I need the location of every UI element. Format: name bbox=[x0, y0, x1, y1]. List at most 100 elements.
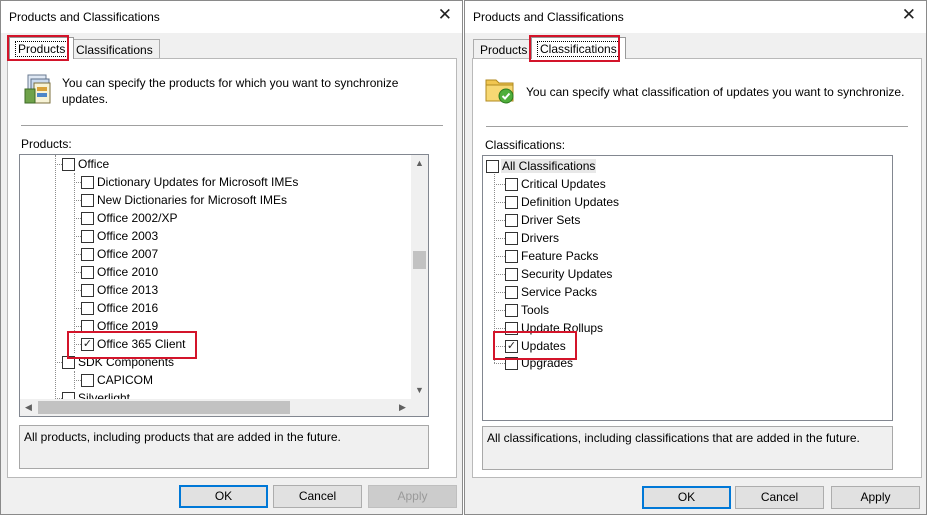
checkbox-updates[interactable]: ✓ bbox=[505, 339, 518, 353]
checkbox-office-2019[interactable] bbox=[81, 319, 94, 333]
tree-item-label: Security Updates bbox=[521, 267, 613, 281]
checkbox-office-2007[interactable] bbox=[81, 247, 94, 261]
tree-item-service-packs[interactable]: Service Packs bbox=[505, 283, 598, 301]
tree-item-office-2002[interactable]: Office 2002/XP bbox=[81, 209, 179, 227]
tab-classifications[interactable]: Classifications bbox=[69, 39, 160, 59]
ok-button[interactable]: OK bbox=[642, 486, 731, 509]
tree-item-label: Office 2002/XP bbox=[97, 211, 178, 225]
checkbox-drivers[interactable] bbox=[505, 231, 518, 245]
checkbox-new-dictionaries[interactable] bbox=[81, 193, 94, 207]
scroll-thumb[interactable] bbox=[413, 251, 426, 269]
tab-products[interactable]: Products bbox=[473, 39, 535, 59]
close-icon[interactable]: ✕ bbox=[902, 5, 916, 25]
cancel-button[interactable]: Cancel bbox=[273, 485, 362, 508]
tree-item-update-rollups[interactable]: Update Rollups bbox=[505, 319, 604, 337]
tree-line bbox=[74, 308, 81, 309]
vertical-scrollbar[interactable]: ▲ ▼ bbox=[411, 155, 428, 399]
tree-item-capicom[interactable]: CAPICOM bbox=[81, 371, 154, 389]
checkbox-feature-packs[interactable] bbox=[505, 249, 518, 263]
tree-item-office-2007[interactable]: Office 2007 bbox=[81, 245, 159, 263]
tab-classifications[interactable]: Classifications bbox=[531, 37, 626, 59]
checkbox-office-2002[interactable] bbox=[81, 211, 94, 225]
tree-line bbox=[74, 254, 81, 255]
tree-item-upgrades[interactable]: Upgrades bbox=[505, 354, 574, 372]
checkbox-office-2016[interactable] bbox=[81, 301, 94, 315]
tree-item-label: Office 2016 bbox=[97, 301, 159, 315]
tree-item-updates[interactable]: ✓ Updates bbox=[505, 337, 567, 355]
scroll-corner bbox=[411, 399, 428, 416]
tree-item-office-2019[interactable]: Office 2019 bbox=[81, 317, 159, 335]
apply-button[interactable]: Apply bbox=[831, 486, 920, 509]
tree-item-feature-packs[interactable]: Feature Packs bbox=[505, 247, 599, 265]
tree-item-security-updates[interactable]: Security Updates bbox=[505, 265, 613, 283]
checkbox-office-2010[interactable] bbox=[81, 265, 94, 279]
scroll-left-icon[interactable]: ◀ bbox=[20, 399, 37, 416]
tree-line bbox=[74, 380, 81, 381]
checkbox-upgrades[interactable] bbox=[505, 356, 518, 370]
tree-line bbox=[494, 346, 505, 347]
tree-item-label: Dictionary Updates for Microsoft IMEs bbox=[97, 175, 299, 189]
checkbox-office[interactable] bbox=[62, 157, 75, 171]
products-icon bbox=[24, 74, 51, 104]
checkbox-dictionary-updates[interactable] bbox=[81, 175, 94, 189]
tree-item-office-2016[interactable]: Office 2016 bbox=[81, 299, 159, 317]
scroll-down-icon[interactable]: ▼ bbox=[411, 382, 428, 399]
checkbox-sdk-components[interactable] bbox=[62, 355, 75, 369]
checkbox-driver-sets[interactable] bbox=[505, 213, 518, 227]
tab-label: Classifications bbox=[76, 43, 153, 57]
tree-item-driver-sets[interactable]: Driver Sets bbox=[505, 211, 581, 229]
tree-line bbox=[74, 218, 81, 219]
checkbox-office-365-client[interactable]: ✓ bbox=[81, 337, 94, 351]
ok-button[interactable]: OK bbox=[179, 485, 268, 508]
title-bar: Products and Classifications ✕ bbox=[465, 1, 926, 33]
tree-item-office-2010[interactable]: Office 2010 bbox=[81, 263, 159, 281]
tree-item-office-2003[interactable]: Office 2003 bbox=[81, 227, 159, 245]
tree-item-label: Updates bbox=[521, 339, 566, 353]
tree-item-sdk-components[interactable]: SDK Components bbox=[62, 353, 175, 371]
classifications-tree[interactable]: All Classifications Critical Updates Def… bbox=[482, 155, 893, 421]
tree-item-office-2013[interactable]: Office 2013 bbox=[81, 281, 159, 299]
tree-line bbox=[74, 290, 81, 291]
classifications-description: You can specify what classification of u… bbox=[526, 85, 905, 99]
tree-item-all-classifications[interactable]: All Classifications bbox=[486, 157, 597, 175]
tree-item-dictionary-updates[interactable]: Dictionary Updates for Microsoft IMEs bbox=[81, 173, 299, 191]
products-tree[interactable]: Office Dictionary Updates for Microsoft … bbox=[19, 154, 429, 417]
scroll-up-icon[interactable]: ▲ bbox=[411, 155, 428, 172]
checkbox-capicom[interactable] bbox=[81, 373, 94, 387]
tree-item-office[interactable]: Office bbox=[62, 155, 110, 173]
horizontal-scrollbar[interactable]: ◀ ▶ bbox=[20, 399, 411, 416]
apply-button[interactable]: Apply bbox=[368, 485, 457, 508]
tree-item-tools[interactable]: Tools bbox=[505, 301, 550, 319]
tree-item-definition-updates[interactable]: Definition Updates bbox=[505, 193, 620, 211]
tree-line bbox=[494, 172, 495, 363]
cancel-button[interactable]: Cancel bbox=[735, 486, 824, 509]
close-icon[interactable]: ✕ bbox=[438, 5, 452, 25]
tab-label: Products bbox=[15, 41, 69, 57]
scroll-thumb[interactable] bbox=[38, 401, 290, 414]
tree-item-office-365-client[interactable]: ✓ Office 365 Client bbox=[81, 335, 187, 353]
checkbox-office-2013[interactable] bbox=[81, 283, 94, 297]
tree-item-label: Critical Updates bbox=[521, 177, 606, 191]
tree-item-label: Office 2019 bbox=[97, 319, 159, 333]
tree-item-label: Driver Sets bbox=[521, 213, 581, 227]
tree-item-label: Definition Updates bbox=[521, 195, 620, 209]
tree-item-critical-updates[interactable]: Critical Updates bbox=[505, 175, 607, 193]
tab-products[interactable]: Products bbox=[9, 37, 75, 59]
checkbox-definition-updates[interactable] bbox=[505, 195, 518, 209]
tree-line bbox=[74, 272, 81, 273]
checkbox-update-rollups[interactable] bbox=[505, 321, 518, 335]
checkbox-security-updates[interactable] bbox=[505, 267, 518, 281]
tree-item-drivers[interactable]: Drivers bbox=[505, 229, 560, 247]
scroll-right-icon[interactable]: ▶ bbox=[394, 399, 411, 416]
checkbox-office-2003[interactable] bbox=[81, 229, 94, 243]
tree-item-new-dictionaries[interactable]: New Dictionaries for Microsoft IMEs bbox=[81, 191, 288, 209]
checkbox-service-packs[interactable] bbox=[505, 285, 518, 299]
checkbox-all-classifications[interactable] bbox=[486, 159, 499, 173]
checkbox-critical-updates[interactable] bbox=[505, 177, 518, 191]
tree-item-label: Office 2003 bbox=[97, 229, 159, 243]
products-description: You can specify the products for which y… bbox=[62, 76, 399, 106]
folder-check-icon bbox=[485, 79, 514, 104]
tree-item-label: SDK Components bbox=[78, 355, 175, 369]
checkbox-tools[interactable] bbox=[505, 303, 518, 317]
tree-line bbox=[494, 328, 505, 329]
